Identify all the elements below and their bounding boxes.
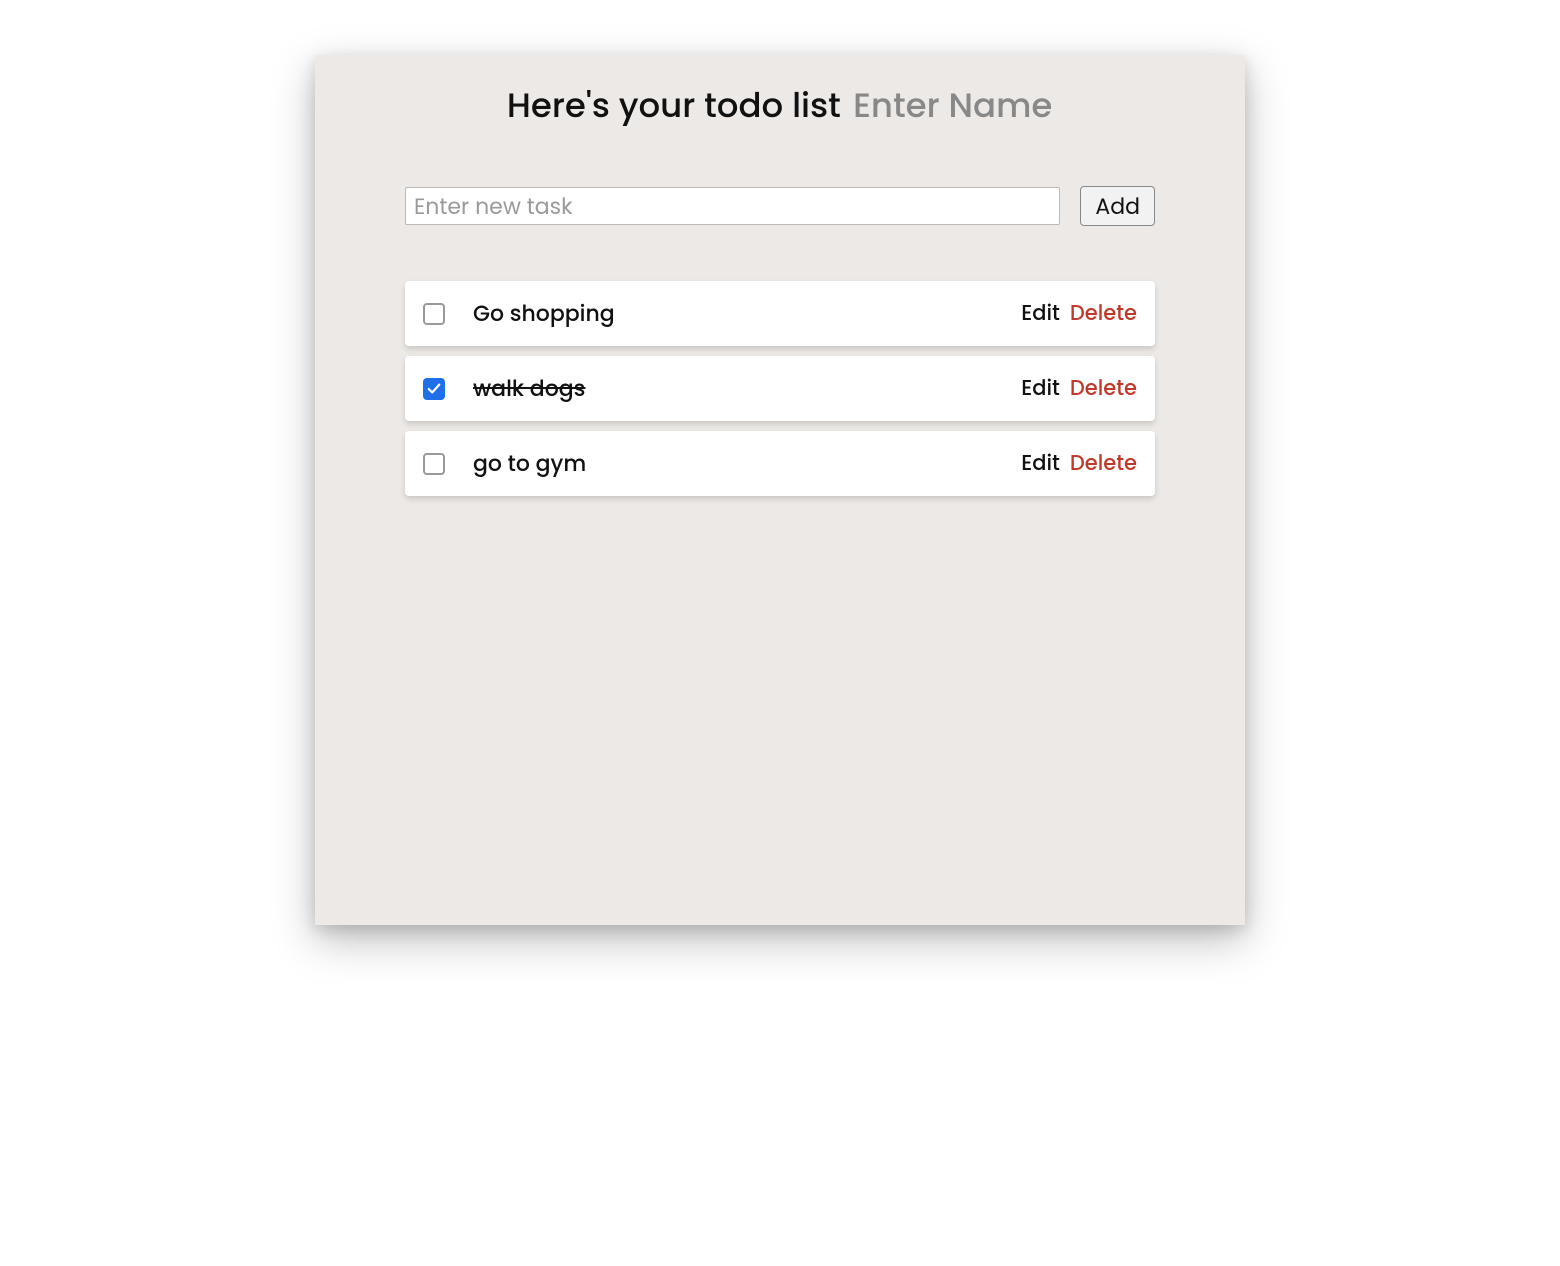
name-input[interactable] <box>853 80 1053 131</box>
task-list: Go shopping Edit Delete walk dogs Edit Delete… <box>405 281 1155 496</box>
task-checkbox[interactable] <box>423 378 445 400</box>
edit-button[interactable]: Edit <box>1021 298 1060 329</box>
new-task-row: Add <box>405 186 1155 226</box>
task-item: go to gym Edit Delete <box>405 431 1155 496</box>
task-actions: Edit Delete <box>1021 373 1137 404</box>
header: Here's your todo list <box>405 80 1155 131</box>
task-label: go to gym <box>473 447 993 480</box>
task-label: walk dogs <box>473 372 993 405</box>
task-actions: Edit Delete <box>1021 448 1137 479</box>
task-label: Go shopping <box>473 297 993 330</box>
page-title: Here's your todo list <box>507 81 841 129</box>
delete-button[interactable]: Delete <box>1070 373 1137 404</box>
edit-button[interactable]: Edit <box>1021 448 1060 479</box>
edit-button[interactable]: Edit <box>1021 373 1060 404</box>
check-icon <box>427 382 441 396</box>
task-actions: Edit Delete <box>1021 298 1137 329</box>
task-item: walk dogs Edit Delete <box>405 356 1155 421</box>
delete-button[interactable]: Delete <box>1070 448 1137 479</box>
new-task-input[interactable] <box>405 187 1060 225</box>
task-item: Go shopping Edit Delete <box>405 281 1155 346</box>
task-checkbox[interactable] <box>423 303 445 325</box>
add-button[interactable]: Add <box>1080 186 1155 226</box>
todo-card: Here's your todo list Add Go shopping Edi… <box>315 55 1245 925</box>
task-checkbox[interactable] <box>423 453 445 475</box>
delete-button[interactable]: Delete <box>1070 298 1137 329</box>
